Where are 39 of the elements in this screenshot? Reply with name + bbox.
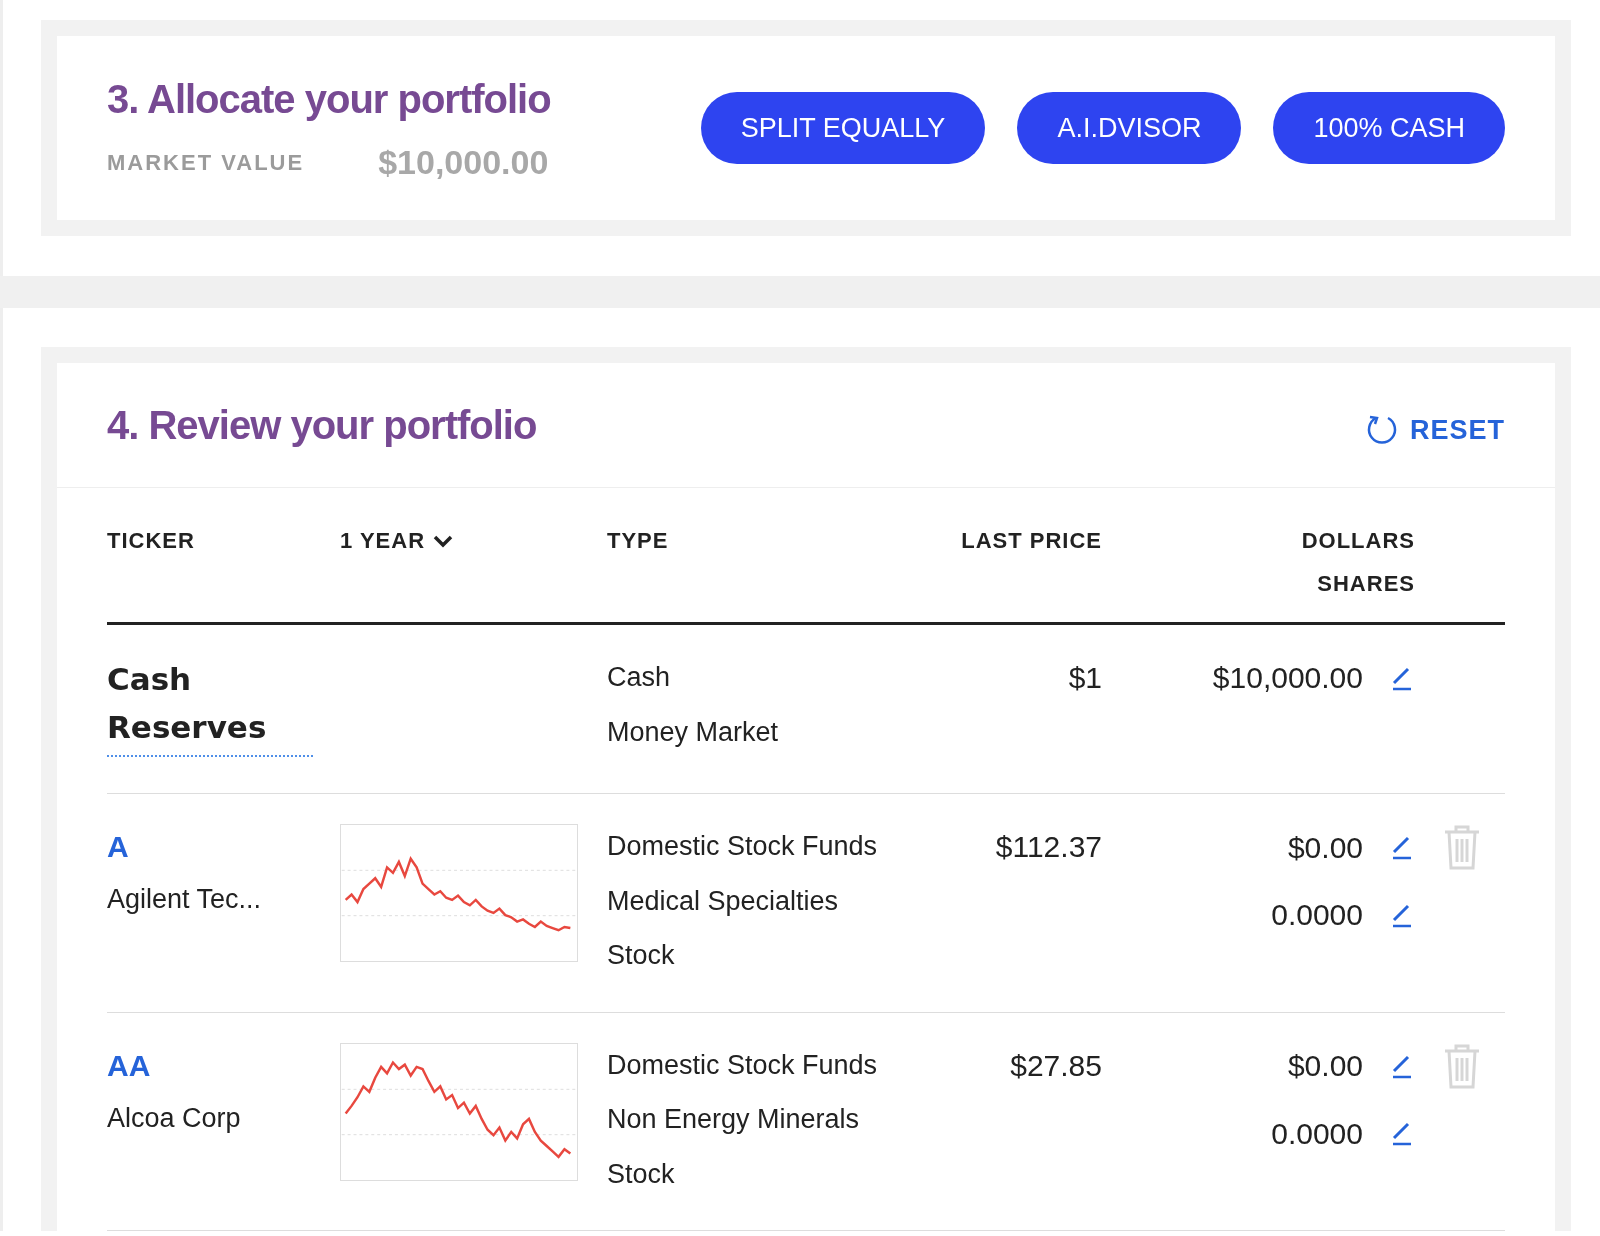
refresh-icon xyxy=(1365,414,1398,446)
edit-icon[interactable] xyxy=(1391,834,1413,860)
column-header[interactable]: 1 YEAR xyxy=(340,524,454,557)
dollars-value: $10,000.00 xyxy=(1212,660,1363,696)
last-price: $112.37 xyxy=(995,829,1102,865)
section-title: 3. Allocate your portfolio xyxy=(107,75,551,123)
section-title: 4. Review your portfolio xyxy=(107,402,537,449)
type-label: Stock xyxy=(607,939,676,972)
reset-button[interactable]: RESET xyxy=(1365,409,1505,451)
ticker-link[interactable]: A xyxy=(107,824,129,869)
column-header: SHARES xyxy=(1317,570,1415,598)
type-label: Money Market xyxy=(607,715,780,749)
ticker-link[interactable]: AA xyxy=(107,1042,151,1088)
market-value: $10,000.00 xyxy=(378,141,549,183)
company-name: Alcoa Corp xyxy=(107,1101,241,1135)
shares-value: 0.0000 xyxy=(1271,897,1363,933)
ticker-name: Cash Reserves xyxy=(107,655,313,757)
edit-icon[interactable] xyxy=(1391,1120,1413,1146)
last-price: $1 xyxy=(1068,660,1102,696)
type-label: Domestic Stock Funds xyxy=(607,830,879,863)
market-value-label: MARKET VALUE xyxy=(107,148,305,177)
column-header: DOLLARS xyxy=(1301,527,1415,555)
type-label: Medical Specialties xyxy=(607,884,840,918)
type-label: Cash xyxy=(607,661,672,694)
company-name: Agilent Tec... xyxy=(107,883,262,916)
dollars-value: $0.00 xyxy=(1287,829,1363,866)
type-label: Non Energy Minerals xyxy=(607,1103,861,1136)
dollars-value: $0.00 xyxy=(1287,1048,1363,1084)
type-label: Stock xyxy=(607,1157,676,1191)
allocation-button[interactable]: A.I.DVISOR xyxy=(1017,92,1242,164)
chevron-down-icon xyxy=(433,533,454,548)
type-label: Domestic Stock Funds xyxy=(607,1048,879,1082)
column-header: LAST PRICE xyxy=(961,527,1102,555)
shares-value: 0.0000 xyxy=(1271,1115,1363,1152)
column-header: TYPE xyxy=(607,527,669,555)
last-price: $27.85 xyxy=(1010,1047,1102,1084)
allocation-button[interactable]: 100% CASH xyxy=(1273,92,1505,164)
allocation-button[interactable]: SPLIT EQUALLY xyxy=(700,92,986,164)
column-header: TICKER xyxy=(107,527,195,555)
